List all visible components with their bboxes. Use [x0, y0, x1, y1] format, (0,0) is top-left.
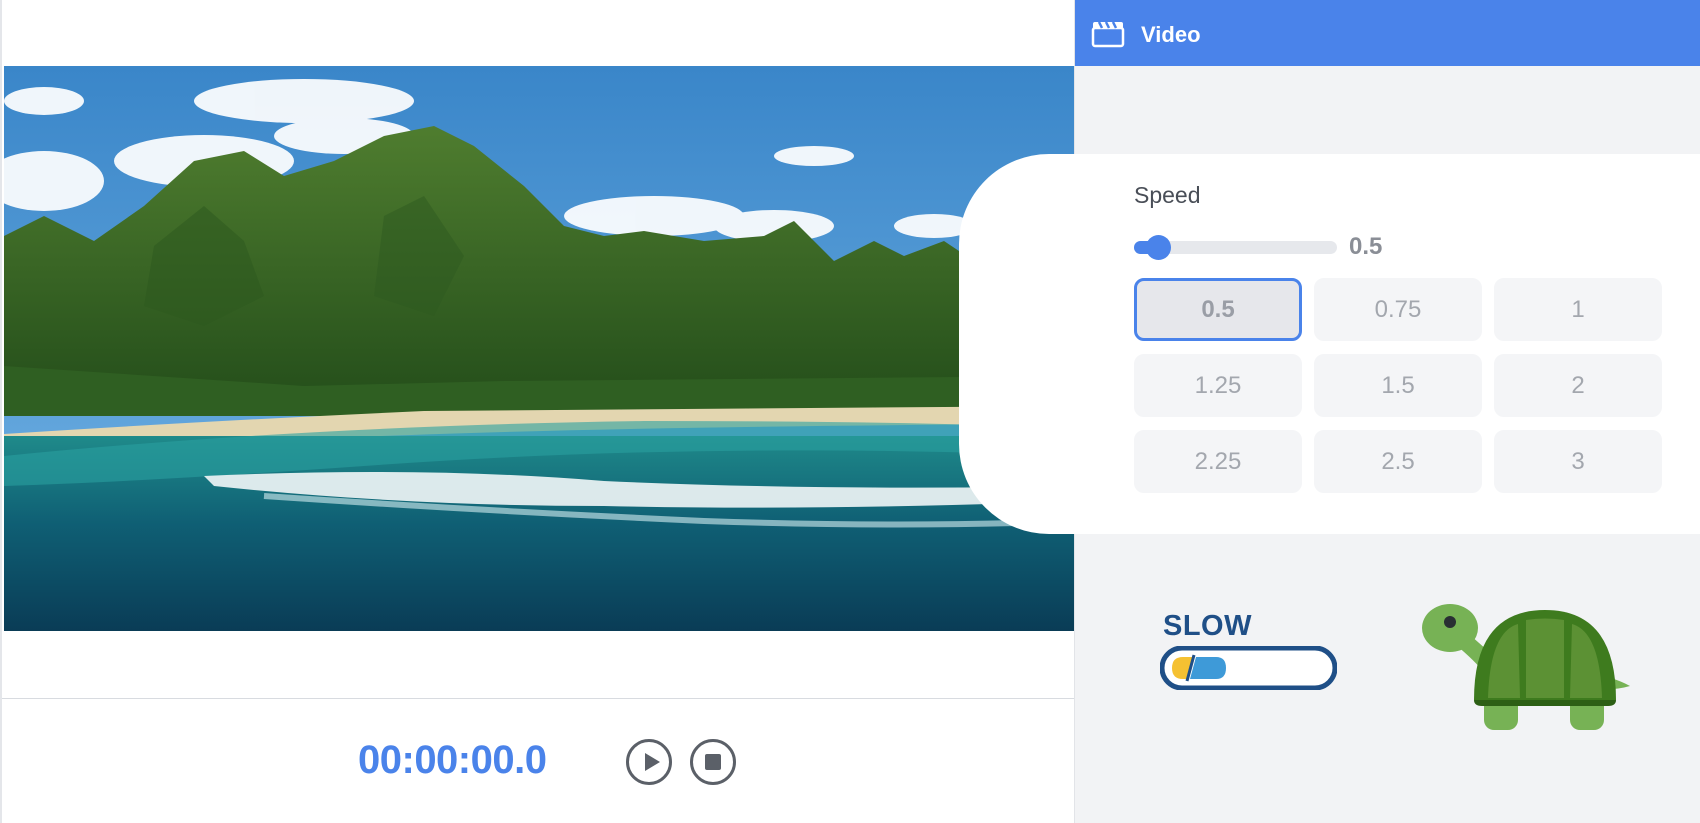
panel-header: Video: [1075, 0, 1700, 66]
speed-slider-thumb[interactable]: [1146, 235, 1171, 260]
video-preview[interactable]: [4, 66, 1076, 631]
clapperboard-icon: [1091, 21, 1125, 48]
landscape-video-frame: [4, 66, 1076, 631]
speed-options: 0.5 0.75 1 1.25 1.5 2 2.25 2.5 3: [1134, 278, 1662, 493]
speed-option[interactable]: 1.5: [1314, 354, 1482, 417]
video-player: 00:00:00.0: [0, 0, 1076, 823]
speed-option[interactable]: 2.5: [1314, 430, 1482, 493]
turtle-icon: [1422, 604, 1630, 730]
speed-option[interactable]: 1: [1494, 278, 1662, 341]
speed-slider[interactable]: [1134, 235, 1337, 260]
panel-title: Video: [1141, 22, 1201, 47]
speed-option[interactable]: 0.5: [1134, 278, 1302, 341]
speed-indicator-label: SLOW: [1163, 610, 1252, 642]
speed-option[interactable]: 2: [1494, 354, 1662, 417]
timecode-display: 00:00:00.0: [358, 738, 547, 782]
play-button[interactable]: [626, 739, 672, 785]
stop-button[interactable]: [690, 739, 736, 785]
speed-label: Speed: [1134, 182, 1201, 208]
speed-option[interactable]: 0.75: [1314, 278, 1482, 341]
speed-value: 0.5: [1349, 233, 1383, 260]
speed-option[interactable]: 3: [1494, 430, 1662, 493]
speed-option[interactable]: 1.25: [1134, 354, 1302, 417]
speed-card: Speed 0.5 0.5 0.75 1 1.25 1.5 2 2.25 2.5…: [959, 154, 1700, 534]
slow-meter-icon: [1160, 646, 1337, 690]
controls-divider: [2, 698, 1076, 699]
speed-option[interactable]: 2.25: [1134, 430, 1302, 493]
